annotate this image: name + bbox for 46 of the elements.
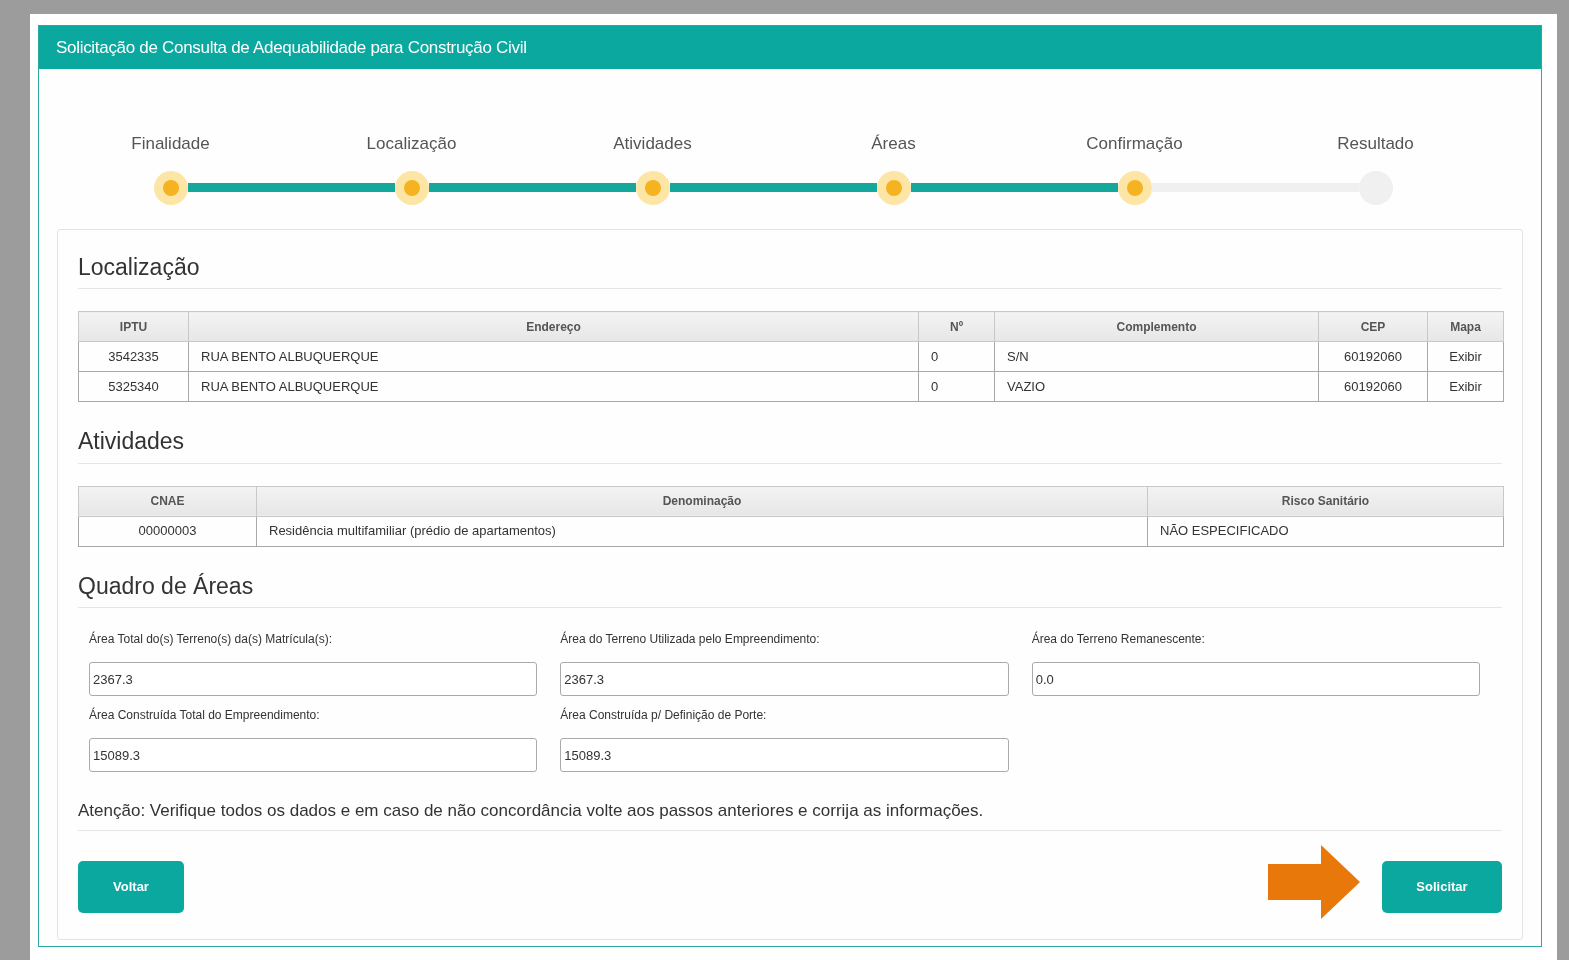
input-field[interactable]: 15089.3 (560, 738, 1009, 772)
column-header: Mapa (1427, 311, 1504, 342)
column-header: Nº (918, 311, 995, 342)
column-header: CNAE (78, 486, 257, 516)
table-cell: VAZIO (994, 371, 1319, 402)
table-cell: 0 (918, 341, 995, 372)
map-link[interactable]: Exibir (1427, 371, 1504, 402)
column-header: Endereço (188, 311, 919, 342)
column-header: Denominação (256, 486, 1148, 516)
table-cell: 3542335 (78, 341, 189, 372)
table-cell: S/N (994, 341, 1319, 372)
field-label: Área Total do(s) Terreno(s) da(s) Matrícula(s): (89, 630, 333, 648)
section-heading: Quadro de Áreas (78, 572, 254, 599)
table-cell: 00000003 (78, 516, 257, 546)
column-header: IPTU (78, 311, 189, 342)
notice-text: Atenção: Verifique todos os dados e em caso de não concordância volte aos passos anteriores e corrija as informações. (78, 800, 985, 822)
arrow-icon (1268, 844, 1360, 919)
column-header: CEP (1318, 311, 1428, 342)
input-field[interactable]: 2367.3 (560, 662, 1009, 696)
field-label: Área Construída p/ Definição de Porte: (560, 706, 768, 724)
table-cell: NÃO ESPECIFICADO (1147, 516, 1504, 546)
input-field[interactable]: 15089.3 (89, 738, 538, 772)
table-cell: RUA BENTO ALBUQUERQUE (188, 341, 919, 372)
input-field[interactable]: 0.0 (1031, 662, 1480, 696)
column-header: Risco Sanitário (1147, 486, 1504, 516)
step-label: Resultado (1337, 133, 1414, 155)
table-cell: 60192060 (1318, 371, 1428, 402)
step-label: Atividades (613, 133, 692, 155)
input-field[interactable]: 2367.3 (89, 662, 538, 696)
column-header: Complemento (994, 311, 1319, 342)
field-label: Área do Terreno Remanescente: (1031, 630, 1206, 648)
step-label: Finalidade (131, 133, 210, 155)
step-label: Localização (366, 133, 457, 155)
map-link[interactable]: Exibir (1427, 341, 1504, 372)
section-heading: Atividades (78, 428, 185, 454)
table-cell: 5325340 (78, 371, 189, 402)
table-cell: RUA BENTO ALBUQUERQUE (188, 371, 919, 402)
field-label: Área Construída Total do Empreendimento: (89, 706, 321, 724)
section-heading: Localização (78, 253, 200, 280)
table-cell: Residência multifamiliar (prédio de apartamentos) (256, 516, 1148, 546)
field-label: Área do Terreno Utilizada pelo Empreendimento: (560, 630, 821, 648)
table-cell: 60192060 (1318, 341, 1428, 372)
panel-title: Solicitação de Consulta de Adequabilidade para Construção Civil (56, 36, 527, 59)
table-cell: 0 (918, 371, 995, 402)
step-label: Áreas (871, 133, 916, 155)
step-label: Confirmação (1086, 133, 1183, 155)
